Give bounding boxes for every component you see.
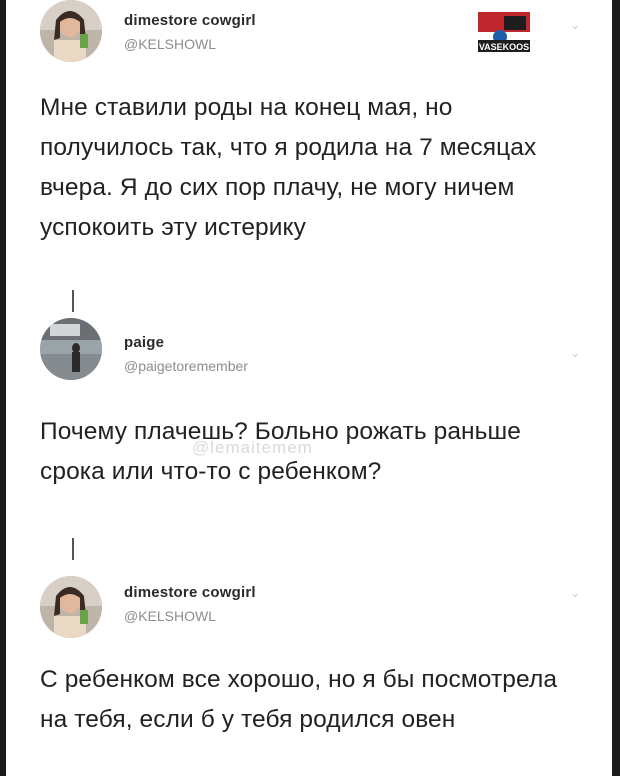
tweet-text: С ребенком все хорошо, но я бы посмотрел… bbox=[40, 666, 558, 733]
chevron-down-icon[interactable]: ⌄ bbox=[570, 586, 580, 600]
user-handle[interactable]: @paigetoremember bbox=[124, 358, 248, 374]
avatar[interactable] bbox=[40, 576, 102, 638]
display-name[interactable]: dimestore cowgirl bbox=[124, 584, 256, 601]
user-handle[interactable]: @KELSHOWL bbox=[124, 36, 216, 52]
chevron-down-icon[interactable]: ⌄ bbox=[570, 18, 580, 32]
logo-text: VASEKOOS bbox=[479, 42, 529, 52]
avatar[interactable] bbox=[40, 318, 102, 380]
thread-line bbox=[72, 290, 74, 312]
screenshot-frame: VASEKOOS dimestore cowgirl @KELSHOWL ⌄ М… bbox=[6, 0, 612, 776]
avatar[interactable] bbox=[40, 0, 102, 62]
thread-line bbox=[72, 538, 74, 560]
watermark: @lemaitemem bbox=[192, 438, 313, 457]
site-logo: VASEKOOS bbox=[474, 10, 534, 54]
user-handle[interactable]: @KELSHOWL bbox=[124, 608, 216, 624]
chevron-down-icon[interactable]: ⌄ bbox=[570, 346, 580, 360]
display-name[interactable]: dimestore cowgirl bbox=[124, 12, 256, 29]
tweet-text: Мне ставили роды на конец мая, но получи… bbox=[40, 94, 537, 241]
display-name[interactable]: paige bbox=[124, 334, 164, 351]
